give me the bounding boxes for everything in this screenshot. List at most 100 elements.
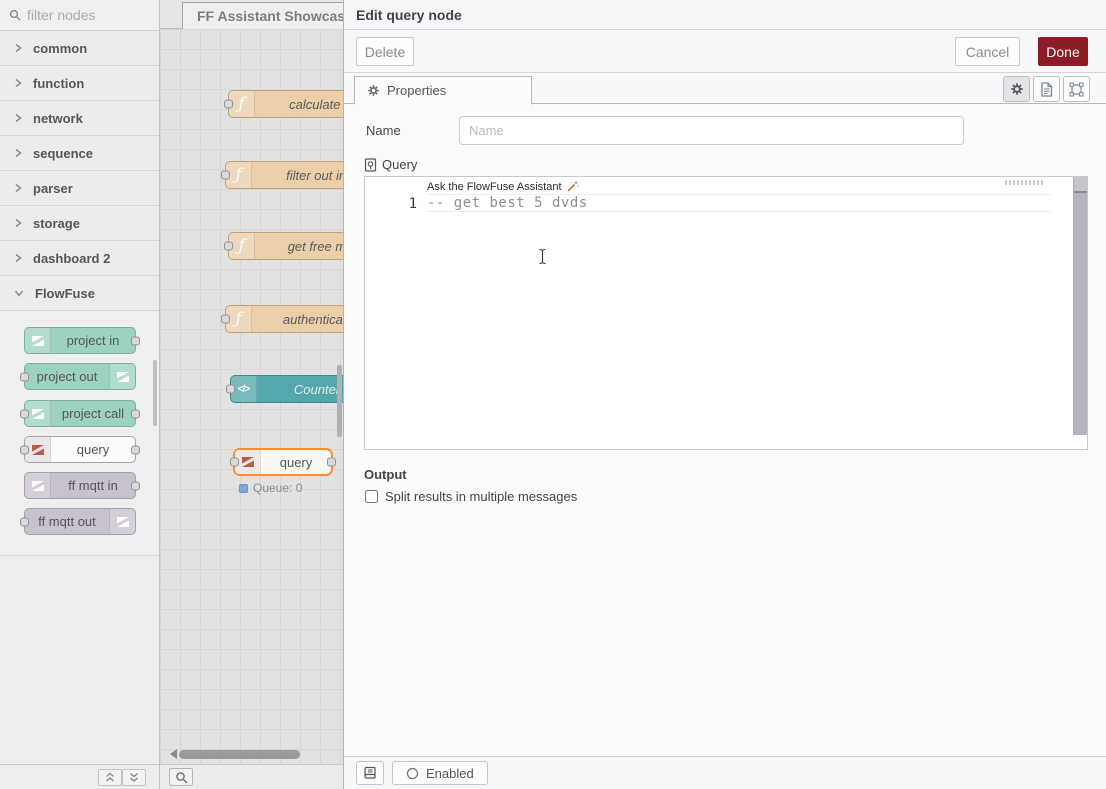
output-port[interactable] — [131, 409, 140, 418]
chevron-right-icon — [14, 113, 22, 123]
flow-node-calculate[interactable]: ƒ calculate `pa — [228, 90, 343, 118]
tab-properties[interactable]: Properties — [354, 76, 532, 105]
palette-node-label: project in — [51, 328, 135, 353]
palette-node-label: project out — [25, 364, 109, 389]
enabled-label: Enabled — [426, 766, 474, 781]
editor-minimap — [1005, 180, 1045, 185]
palette-category-label: network — [33, 111, 83, 126]
toggle-circle-icon — [406, 767, 419, 780]
flow-node-authenticate[interactable]: ƒ authenticateU — [225, 305, 343, 333]
input-port[interactable] — [221, 171, 230, 180]
tray-tabrow: Properties — [344, 73, 1106, 104]
palette-category-network[interactable]: network — [0, 101, 159, 136]
book-icon — [363, 766, 377, 780]
flow-node-filter[interactable]: ƒ filter out inac — [225, 161, 343, 189]
flow-node-query-selected[interactable]: query — [233, 448, 333, 476]
cancel-button[interactable]: Cancel — [955, 37, 1020, 66]
editor-scrollbar[interactable] — [1073, 177, 1087, 435]
edit-properties-button[interactable] — [1003, 76, 1030, 102]
flow-node-get-free-mem[interactable]: ƒ get free mem — [228, 232, 343, 260]
chevron-down-icon — [14, 289, 24, 297]
appearance-button[interactable] — [1063, 76, 1090, 102]
palette-node-label: query — [51, 437, 135, 462]
assistant-hint[interactable]: Ask the FlowFuse Assistant — [427, 180, 579, 193]
palette-category-flowfuse[interactable]: FlowFuse — [0, 276, 159, 311]
project-split-icon — [25, 328, 51, 353]
magic-wand-icon — [566, 180, 579, 193]
flow-node-counter[interactable]: </> Counter — [230, 375, 343, 403]
input-port[interactable] — [221, 315, 230, 324]
palette-category-label: function — [33, 76, 84, 91]
palette-category-sequence[interactable]: sequence — [0, 136, 159, 171]
query-icon — [364, 158, 377, 172]
gear-icon — [1010, 82, 1024, 96]
expand-all-button[interactable] — [122, 769, 146, 786]
editor-rule — [427, 211, 1051, 212]
query-code-editor[interactable]: Ask the FlowFuse Assistant 1 -- get best… — [364, 176, 1088, 450]
enabled-toggle-button[interactable]: Enabled — [392, 761, 488, 785]
canvas-vertical-scrollbar[interactable] — [337, 365, 342, 437]
gear-icon — [367, 84, 380, 97]
output-port[interactable] — [131, 445, 140, 454]
palette-node-project-call[interactable]: project call — [24, 400, 136, 427]
double-chevron-down-icon — [129, 772, 139, 783]
flow-node-label: filter out inac — [252, 162, 343, 188]
palette-category-storage[interactable]: storage — [0, 206, 159, 241]
split-results-checkbox[interactable] — [365, 490, 378, 503]
mqtt-split-icon — [25, 473, 51, 498]
palette-node-query[interactable]: query — [24, 436, 136, 463]
description-button[interactable] — [1033, 76, 1060, 102]
output-port[interactable] — [131, 336, 140, 345]
palette-category-common[interactable]: common — [0, 31, 159, 66]
flow-node-label: get free mem — [255, 233, 343, 259]
output-port[interactable] — [327, 458, 336, 467]
flow-node-label: Counter — [257, 376, 343, 402]
palette-node-project-out[interactable]: project out — [24, 363, 136, 390]
input-port[interactable] — [20, 409, 29, 418]
canvas-grid[interactable]: ƒ calculate `pa ƒ filter out inac ƒ get … — [160, 29, 343, 764]
edit-tray: Edit query node Delete Cancel Done Prope… — [343, 0, 1106, 789]
double-chevron-up-icon — [105, 772, 115, 783]
palette-node-label: project call — [51, 401, 135, 426]
palette-category-parser[interactable]: parser — [0, 171, 159, 206]
status-text: Queue: 0 — [253, 481, 302, 495]
palette-category-dashboard2[interactable]: dashboard 2 — [0, 241, 159, 276]
input-port[interactable] — [224, 242, 233, 251]
collapse-all-button[interactable] — [98, 769, 122, 786]
delete-button[interactable]: Delete — [356, 37, 414, 66]
document-icon — [1040, 82, 1053, 97]
palette-node-project-in[interactable]: project in — [24, 327, 136, 354]
tab-properties-label: Properties — [387, 83, 446, 98]
flow-node-label: authenticateU — [252, 306, 343, 332]
palette-category-label: storage — [33, 216, 80, 231]
output-port[interactable] — [131, 481, 140, 490]
scroll-left-arrow[interactable] — [165, 749, 177, 759]
done-button[interactable]: Done — [1038, 37, 1088, 66]
chevron-right-icon — [14, 253, 22, 263]
input-port[interactable] — [226, 385, 235, 394]
line-number: 1 — [365, 196, 417, 212]
workspace-tab-label: FF Assistant Showcase — [197, 8, 343, 24]
search-flows-button[interactable] — [169, 768, 193, 786]
canvas-horizontal-scrollbar[interactable] — [179, 750, 300, 759]
code-line[interactable]: -- get best 5 dvds — [427, 195, 588, 211]
chevron-right-icon — [14, 43, 22, 53]
palette-category-function[interactable]: function — [0, 66, 159, 101]
flow-canvas[interactable]: FF Assistant Showcase ƒ calculate `pa ƒ … — [160, 0, 343, 789]
flow-node-label: calculate `pa — [255, 91, 343, 117]
palette-node-ff-mqtt-in[interactable]: ff mqtt in — [24, 472, 136, 499]
input-port[interactable] — [20, 372, 29, 381]
node-red-app: common function network sequence parser … — [0, 0, 1106, 789]
input-port[interactable] — [20, 517, 29, 526]
palette-node-ff-mqtt-out[interactable]: ff mqtt out — [24, 508, 136, 535]
node-help-button[interactable] — [356, 761, 384, 785]
filter-nodes-input[interactable] — [27, 7, 137, 23]
name-form-row: Name — [366, 116, 1106, 145]
input-port[interactable] — [20, 445, 29, 454]
project-split-icon — [109, 364, 135, 389]
name-input[interactable] — [459, 116, 964, 145]
workspace-tab[interactable]: FF Assistant Showcase — [182, 2, 343, 29]
input-port[interactable] — [224, 100, 233, 109]
input-port[interactable] — [230, 458, 239, 467]
palette-scrollbar[interactable] — [153, 360, 157, 426]
